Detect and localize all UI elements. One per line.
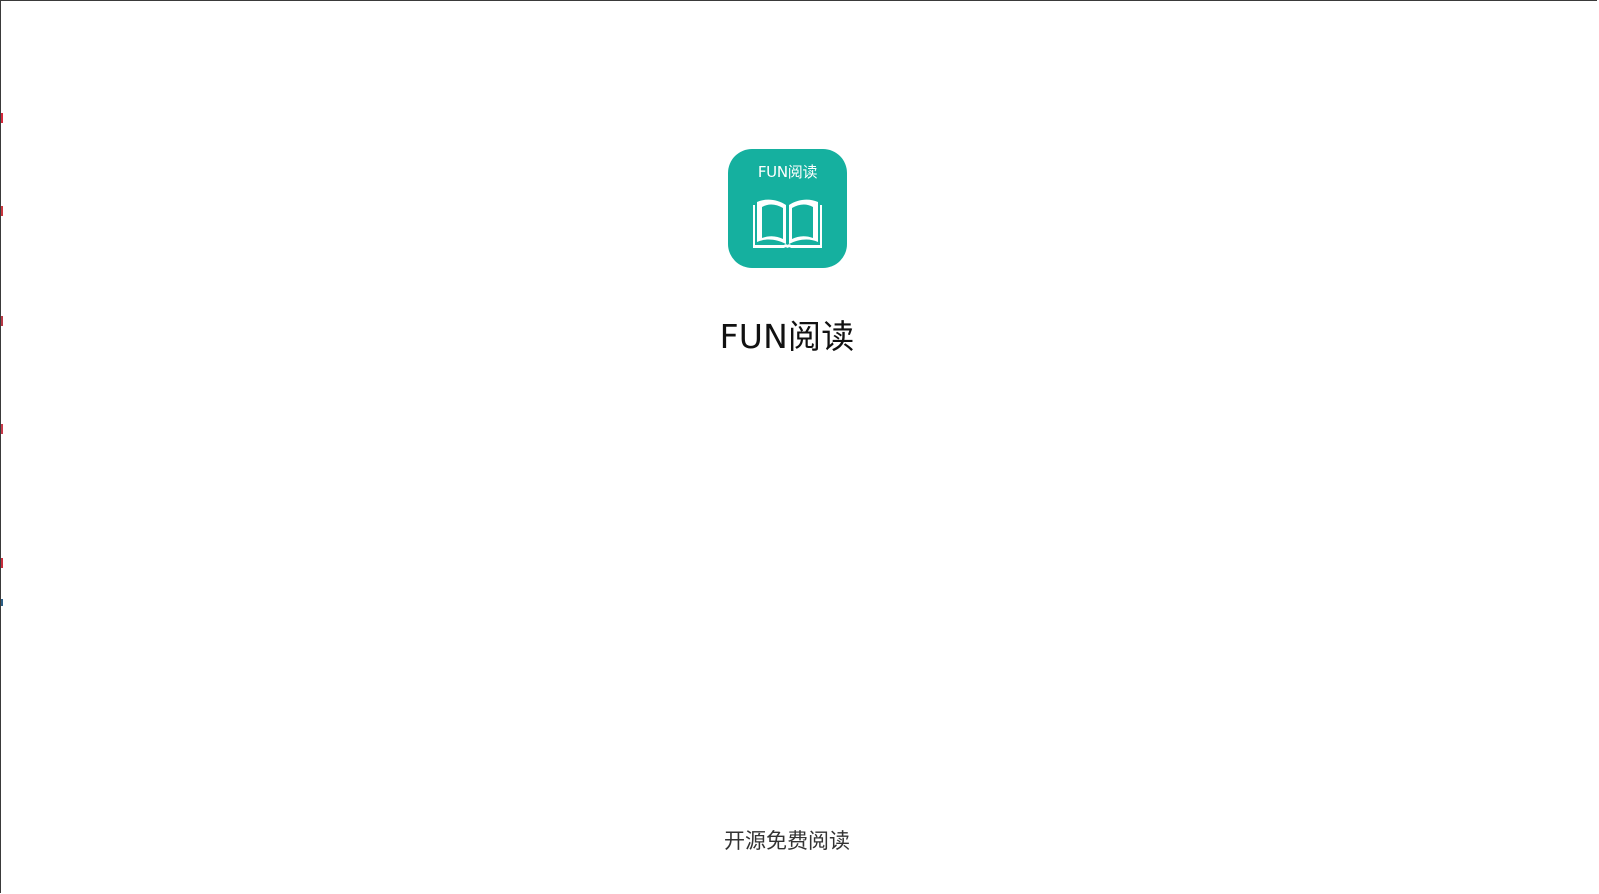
splash-screen: FUN阅读 FUN阅读 开源免费阅读 <box>0 0 1597 893</box>
app-tagline: 开源免费阅读 <box>724 829 850 853</box>
app-title: FUN阅读 <box>719 317 855 356</box>
logo-label: FUN阅读 <box>757 163 818 181</box>
window-edge-artifacts <box>1 1 4 894</box>
open-book-icon <box>753 199 822 248</box>
app-logo: FUN阅读 <box>728 149 847 268</box>
